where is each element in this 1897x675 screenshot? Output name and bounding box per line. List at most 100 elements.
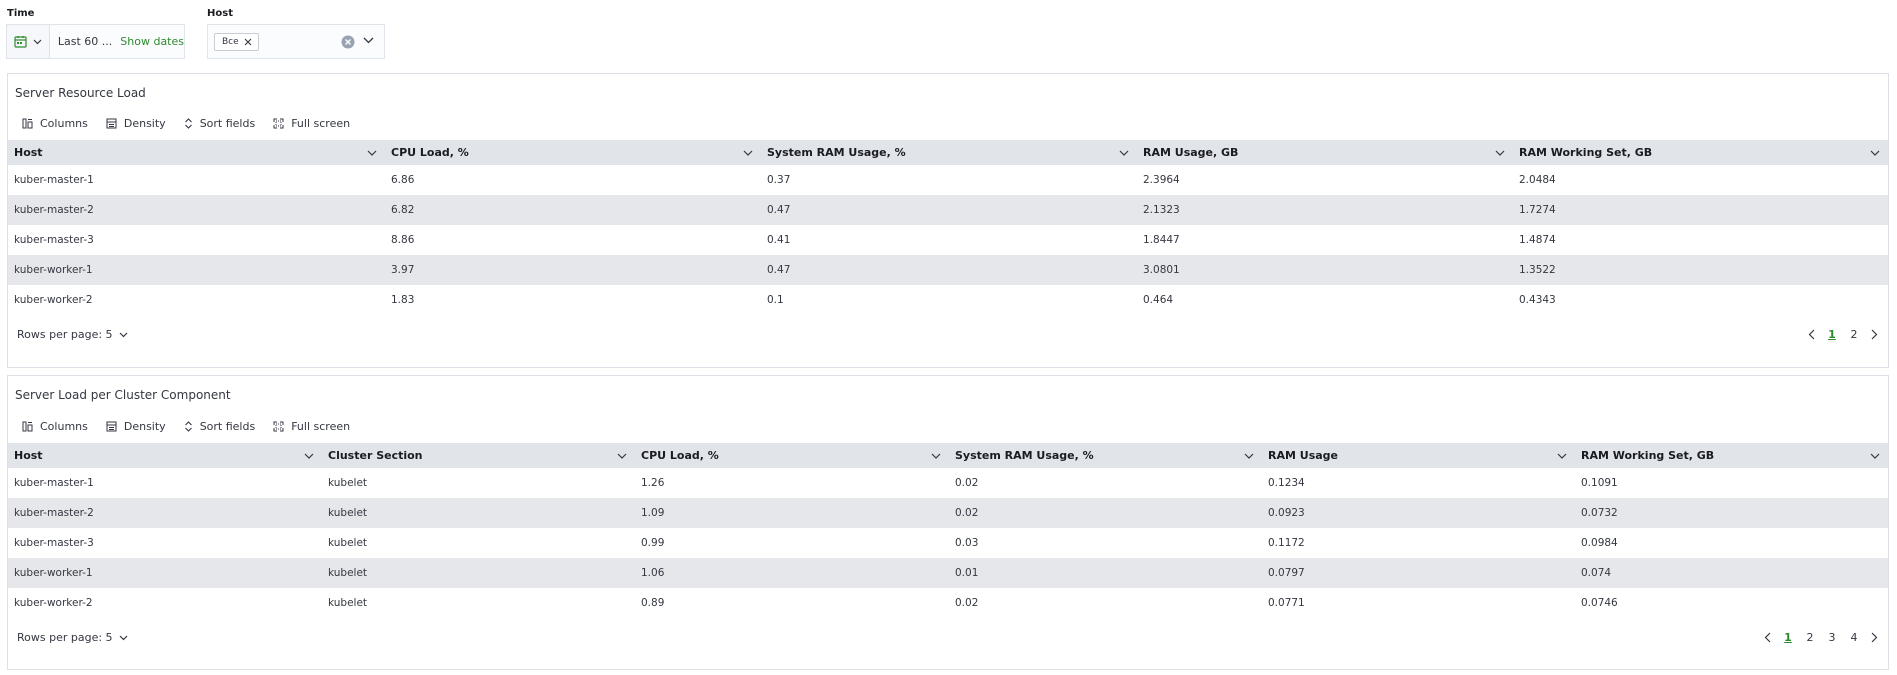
- cell: 0.0746: [1581, 597, 1618, 609]
- page-link-4[interactable]: 4: [1849, 631, 1859, 644]
- chevron-down-icon[interactable]: [1495, 150, 1505, 156]
- cell: 1.09: [641, 507, 665, 519]
- columns-label: Columns: [40, 420, 88, 433]
- full-screen-label: Full screen: [291, 420, 351, 433]
- column-header-ram-usage[interactable]: RAM Usage: [1262, 443, 1575, 468]
- table-row[interactable]: kuber-worker-1 kubelet 1.06 0.01 0.0797 …: [8, 558, 1888, 588]
- cell: 2.1323: [1143, 204, 1180, 216]
- column-header-ram-working-set[interactable]: RAM Working Set, GB: [1513, 140, 1888, 165]
- chevron-down-icon[interactable]: [743, 150, 753, 156]
- rows-per-page-select[interactable]: Rows per page: 5: [17, 631, 128, 644]
- column-header-host[interactable]: Host: [8, 443, 322, 468]
- chevron-left-icon[interactable]: [1808, 329, 1815, 340]
- table-row[interactable]: kuber-master-3 kubelet 0.99 0.03 0.1172 …: [8, 528, 1888, 558]
- header-label: RAM Working Set, GB: [1519, 146, 1653, 159]
- column-header-host[interactable]: Host: [8, 140, 385, 165]
- cell: 0.41: [767, 234, 791, 246]
- cell: kuber-master-2: [14, 204, 94, 216]
- table-row[interactable]: kuber-master-3 8.86 0.41 1.8447 1.4874: [8, 225, 1888, 255]
- grid-header: Host Cluster Section CPU Load, % System …: [8, 443, 1888, 468]
- page-link-1[interactable]: 1: [1827, 328, 1837, 341]
- cell: 0.47: [767, 204, 791, 216]
- table-row[interactable]: kuber-worker-2 kubelet 0.89 0.02 0.0771 …: [8, 588, 1888, 618]
- sort-fields-button[interactable]: Sort fields: [184, 117, 255, 130]
- cell: 0.0797: [1268, 567, 1305, 579]
- column-header-system-ram[interactable]: System RAM Usage, %: [949, 443, 1262, 468]
- full-screen-button[interactable]: Full screen: [273, 420, 350, 433]
- grid-toolbar: Columns Density Sort fields Full screen: [22, 117, 350, 130]
- column-header-ram-working-set[interactable]: RAM Working Set, GB: [1575, 443, 1888, 468]
- sort-icon: [184, 421, 193, 432]
- cell: kuber-master-3: [14, 234, 94, 246]
- cell: 0.1234: [1268, 477, 1305, 489]
- chevron-down-icon[interactable]: [617, 453, 627, 459]
- column-header-system-ram[interactable]: System RAM Usage, %: [761, 140, 1137, 165]
- host-select[interactable]: Все: [207, 24, 385, 59]
- pill-remove-icon[interactable]: [244, 38, 252, 46]
- host-pill-label: Все: [222, 36, 239, 47]
- cell: 1.3522: [1519, 264, 1556, 276]
- cell: 0.1: [767, 294, 784, 306]
- page-link-2[interactable]: 2: [1805, 631, 1815, 644]
- density-button[interactable]: Density: [106, 117, 166, 130]
- cell: kubelet: [328, 477, 368, 489]
- clear-icon[interactable]: [341, 35, 355, 49]
- density-icon: [106, 421, 117, 432]
- header-label: RAM Usage, GB: [1143, 146, 1239, 159]
- quick-select-button[interactable]: [7, 25, 50, 58]
- columns-button[interactable]: Columns: [22, 420, 88, 433]
- panel-title: Server Resource Load: [15, 86, 146, 100]
- rows-per-page-label: Rows per page: 5: [17, 328, 113, 341]
- header-label: Host: [14, 146, 43, 159]
- data-grid: Host Cluster Section CPU Load, % System …: [8, 443, 1888, 618]
- column-header-cpu-load[interactable]: CPU Load, %: [635, 443, 949, 468]
- chevron-down-icon[interactable]: [363, 37, 374, 44]
- cell: kuber-master-1: [14, 174, 94, 186]
- cell: 1.7274: [1519, 204, 1556, 216]
- page-link-1[interactable]: 1: [1783, 631, 1793, 644]
- chevron-right-icon[interactable]: [1871, 632, 1878, 643]
- cell: kuber-worker-2: [14, 294, 93, 306]
- chevron-down-icon[interactable]: [304, 453, 314, 459]
- header-label: CPU Load, %: [391, 146, 469, 159]
- header-label: Host: [14, 449, 43, 462]
- column-header-ram-usage[interactable]: RAM Usage, GB: [1137, 140, 1513, 165]
- cell: 0.99: [641, 537, 665, 549]
- table-row[interactable]: kuber-worker-2 1.83 0.1 0.464 0.4343: [8, 285, 1888, 315]
- header-label: RAM Usage: [1268, 449, 1338, 462]
- time-range-text[interactable]: Last 60 ...: [58, 35, 112, 48]
- density-label: Density: [123, 117, 166, 130]
- chevron-left-icon[interactable]: [1764, 632, 1771, 643]
- full-screen-button[interactable]: Full screen: [273, 117, 350, 130]
- sort-fields-button[interactable]: Sort fields: [184, 420, 255, 433]
- table-row[interactable]: kuber-master-1 6.86 0.37 2.3964 2.0484: [8, 165, 1888, 195]
- table-row[interactable]: kuber-master-1 kubelet 1.26 0.02 0.1234 …: [8, 468, 1888, 498]
- cell: kuber-master-1: [14, 477, 94, 489]
- chevron-down-icon[interactable]: [931, 453, 941, 459]
- calendar-icon: [14, 35, 27, 48]
- chevron-down-icon[interactable]: [1557, 453, 1567, 459]
- density-icon: [106, 118, 117, 129]
- chevron-down-icon[interactable]: [1119, 150, 1129, 156]
- table-row[interactable]: kuber-master-2 kubelet 1.09 0.02 0.0923 …: [8, 498, 1888, 528]
- rows-per-page-select[interactable]: Rows per page: 5: [17, 328, 128, 341]
- time-picker: Last 60 ... Show dates: [6, 24, 185, 59]
- header-label: System RAM Usage, %: [767, 146, 906, 159]
- column-header-cpu-load[interactable]: CPU Load, %: [385, 140, 761, 165]
- page-link-3[interactable]: 3: [1827, 631, 1837, 644]
- chevron-down-icon[interactable]: [1870, 453, 1880, 459]
- density-button[interactable]: Density: [106, 420, 166, 433]
- show-dates-link[interactable]: Show dates: [120, 35, 184, 48]
- cell: kubelet: [328, 537, 368, 549]
- table-row[interactable]: kuber-worker-1 3.97 0.47 3.0801 1.3522: [8, 255, 1888, 285]
- page-link-2[interactable]: 2: [1849, 328, 1859, 341]
- chevron-down-icon[interactable]: [1870, 150, 1880, 156]
- chevron-down-icon[interactable]: [367, 150, 377, 156]
- chevron-down-icon[interactable]: [1244, 453, 1254, 459]
- chevron-right-icon[interactable]: [1871, 329, 1878, 340]
- header-label: CPU Load, %: [641, 449, 719, 462]
- columns-button[interactable]: Columns: [22, 117, 88, 130]
- host-filter-label: Host: [207, 8, 233, 19]
- table-row[interactable]: kuber-master-2 6.82 0.47 2.1323 1.7274: [8, 195, 1888, 225]
- column-header-cluster-section[interactable]: Cluster Section: [322, 443, 635, 468]
